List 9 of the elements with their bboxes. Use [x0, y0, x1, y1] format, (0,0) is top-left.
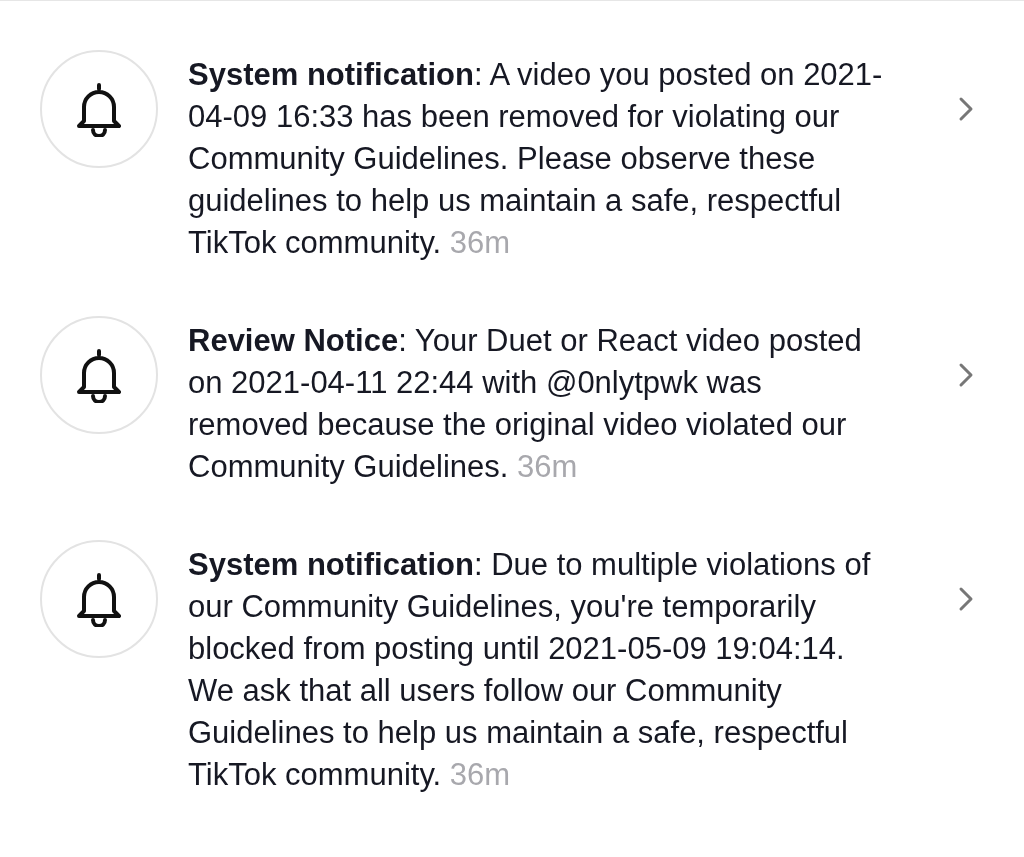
chevron-right-icon[interactable] [958, 586, 974, 612]
chevron-right-icon[interactable] [958, 362, 974, 388]
chevron-right-icon[interactable] [958, 96, 974, 122]
notification-message: Review Notice: Your Duet or React video posted on 2021-04-11 22:44 with @0nlytpwk was removed because the original video violated our Community Guidelines. 36m [188, 322, 863, 486]
notification-avatar[interactable] [40, 540, 158, 658]
notification-message: System notification: A video you posted on 2021-04-09 16:33 has been removed for violating our Community Guidelines. Please observe these guidelines to help us maintain a safe, respectful TikTok community. 36m [188, 56, 884, 262]
notification-avatar[interactable] [40, 50, 158, 168]
notification-message: System notification: Due to multiple violations of our Community Guidelines, you're temporarily blocked from posting until 2021-05-09 19:04:14. We ask that all users follow our Community Guidelines to help us maintain a safe, respectful TikTok community. 36m [188, 546, 872, 794]
notification-avatar[interactable] [40, 316, 158, 434]
